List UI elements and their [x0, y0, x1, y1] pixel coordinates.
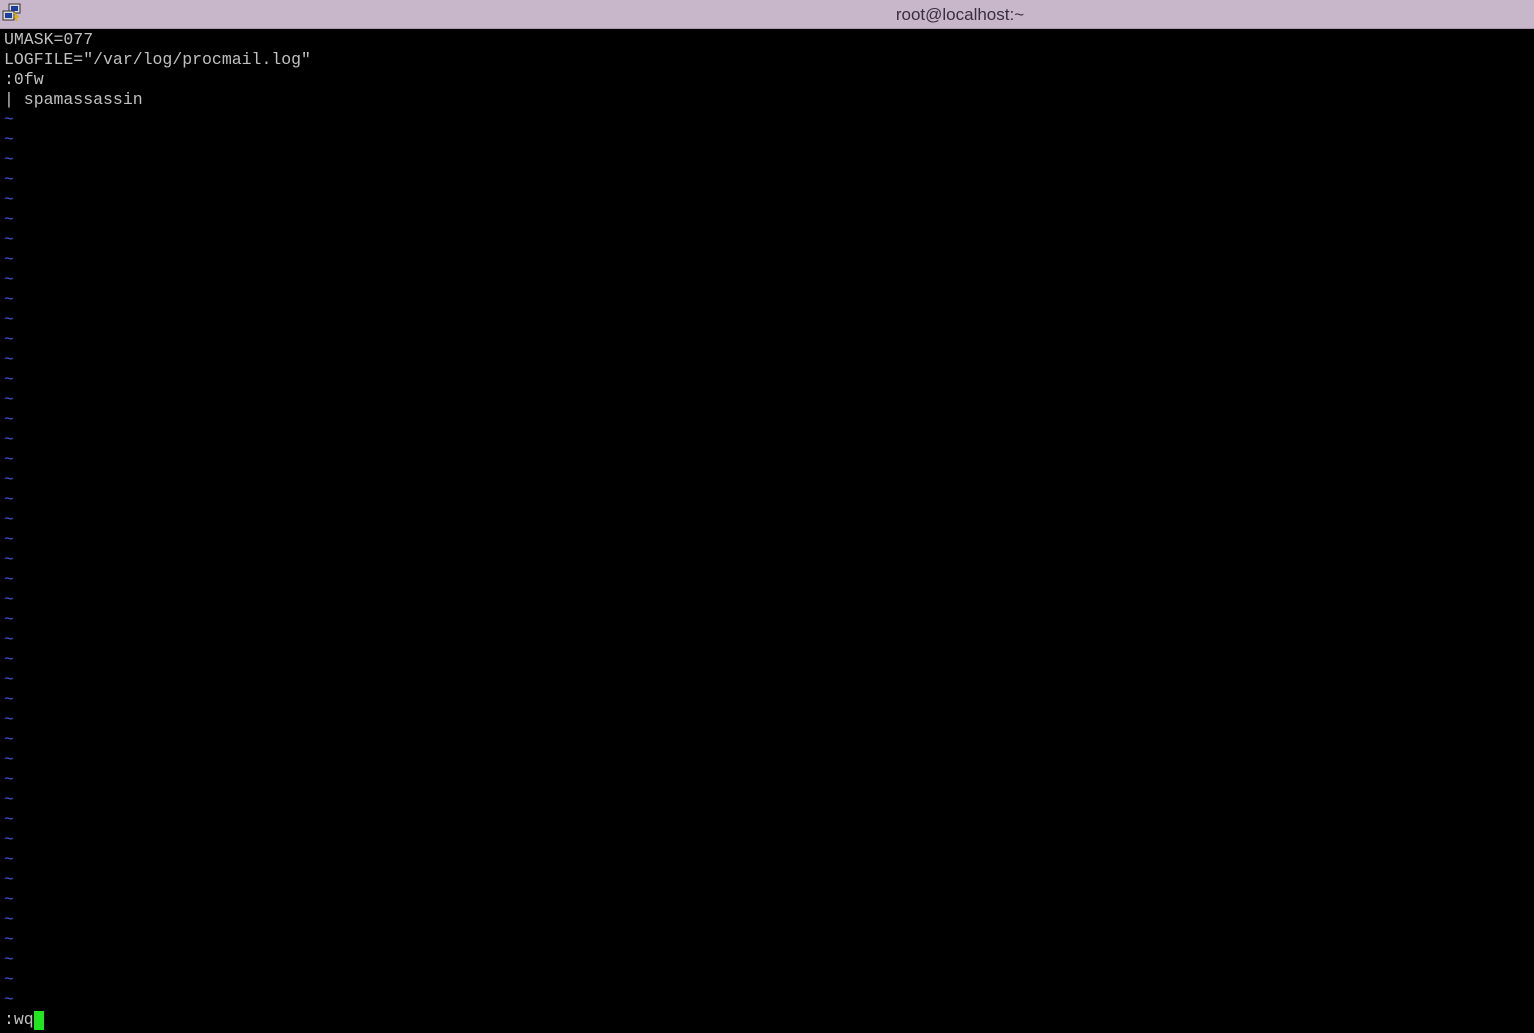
empty-line-tilde: ~	[4, 790, 14, 809]
empty-line-tilde: ~	[4, 490, 14, 509]
empty-line-tilde: ~	[4, 190, 14, 209]
empty-line-tilde: ~	[4, 370, 14, 389]
empty-line-tilde: ~	[4, 890, 14, 909]
empty-line-tilde: ~	[4, 170, 14, 189]
terminal-window: root@localhost:~ UMASK=077 LOGFILE="/var…	[0, 0, 1534, 1033]
empty-line-tilde: ~	[4, 830, 14, 849]
cursor-block	[33, 1011, 44, 1030]
empty-line-tilde: ~	[4, 850, 14, 869]
empty-line-tilde: ~	[4, 310, 14, 329]
empty-line-tilde: ~	[4, 290, 14, 309]
empty-line-tilde: ~	[4, 150, 14, 169]
empty-line-tilde: ~	[4, 110, 14, 129]
empty-line-tilde: ~	[4, 590, 14, 609]
empty-line-tilde: ~	[4, 750, 14, 769]
empty-line-tilde: ~	[4, 930, 14, 949]
empty-line-tilde: ~	[4, 570, 14, 589]
empty-line-tilde: ~	[4, 550, 14, 569]
empty-line-tilde: ~	[4, 130, 14, 149]
file-line-3: :0fw	[4, 70, 44, 89]
empty-line-tilde: ~	[4, 450, 14, 469]
empty-line-tilde: ~	[4, 470, 14, 489]
empty-line-tilde: ~	[4, 690, 14, 709]
empty-line-tilde: ~	[4, 810, 14, 829]
file-line-4: | spamassassin	[4, 90, 143, 109]
empty-line-tilde: ~	[4, 210, 14, 229]
empty-line-tilde: ~	[4, 430, 14, 449]
empty-line-tilde: ~	[4, 250, 14, 269]
title-bar[interactable]: root@localhost:~	[0, 0, 1534, 29]
empty-line-tilde: ~	[4, 330, 14, 349]
window-title: root@localhost:~	[895, 5, 1025, 24]
empty-line-tilde: ~	[4, 870, 14, 889]
empty-line-tilde: ~	[4, 770, 14, 789]
empty-line-tilde: ~	[4, 670, 14, 689]
empty-line-tilde: ~	[4, 630, 14, 649]
command-text: :wq	[4, 1010, 34, 1029]
file-line-2: LOGFILE="/var/log/procmail.log"	[4, 50, 311, 69]
empty-line-tilde: ~	[4, 970, 14, 989]
empty-line-tilde: ~	[4, 910, 14, 929]
empty-line-tilde: ~	[4, 390, 14, 409]
empty-line-tilde: ~	[4, 270, 14, 289]
empty-line-tilde: ~	[4, 950, 14, 969]
empty-line-tilde: ~	[4, 230, 14, 249]
empty-line-tilde: ~	[4, 710, 14, 729]
empty-line-tilde: ~	[4, 730, 14, 749]
vim-command-line[interactable]: :wq	[4, 1010, 44, 1030]
empty-line-tilde: ~	[4, 410, 14, 429]
empty-line-tilde: ~	[4, 990, 14, 1009]
empty-line-tilde: ~	[4, 350, 14, 369]
file-line-1: UMASK=077	[4, 30, 94, 49]
empty-line-tilde: ~	[4, 530, 14, 549]
empty-line-tilde: ~	[4, 650, 14, 669]
terminal-screen[interactable]: UMASK=077 LOGFILE="/var/log/procmail.log…	[0, 30, 1534, 1033]
empty-line-tilde: ~	[4, 610, 14, 629]
empty-line-tilde: ~	[4, 510, 14, 529]
